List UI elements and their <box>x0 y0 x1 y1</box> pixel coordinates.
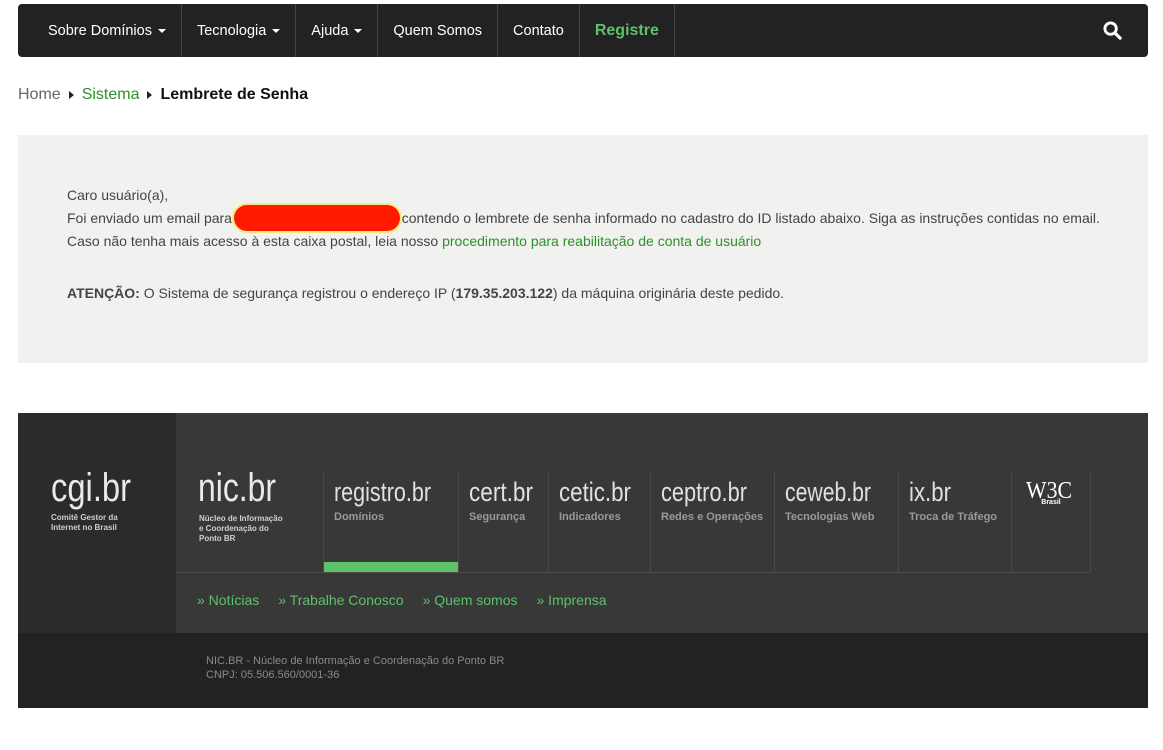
svg-text:registro.br: registro.br <box>334 477 431 507</box>
message-greeting: Caro usuário(a), <box>67 187 169 203</box>
message-text: contendo o lembrete de senha informado n… <box>401 210 1100 226</box>
footer-link-quem-somos[interactable]: » Quem somos <box>423 592 518 608</box>
footer-org-name: NIC.BR - Núcleo de Informação e Coordena… <box>206 655 505 667</box>
caret-down-icon <box>272 28 281 33</box>
cert-logo: cert.br <box>469 477 533 507</box>
nav-item-label: Ajuda <box>311 22 349 39</box>
nav-item-quem-somos[interactable]: Quem Somos <box>378 4 499 57</box>
brand-registro[interactable]: registro.br Domínios <box>323 473 458 572</box>
svg-text:cgi.br: cgi.br <box>51 466 131 510</box>
breadcrumb-home-link[interactable]: Home <box>18 86 61 104</box>
ix-logo: ix.br <box>909 477 951 507</box>
svg-text:ceptro.br: ceptro.br <box>661 477 747 507</box>
nav-item-registre[interactable]: Registre <box>580 4 675 57</box>
caret-down-icon <box>157 28 166 33</box>
brand-ceweb[interactable]: ceweb.br Tecnologias Web <box>774 473 898 572</box>
brand-row-divider <box>176 572 1090 573</box>
nav-item-label: Contato <box>513 22 564 39</box>
footer-brands-area: cgi.br Comitê Gestor da Internet no Bras… <box>18 413 1148 633</box>
breadcrumb: Home Sistema Lembrete de Senha <box>18 86 308 104</box>
nav-item-contato[interactable]: Contato <box>498 4 580 57</box>
nav-item-sobre-dominios[interactable]: Sobre Domínios <box>33 4 182 57</box>
message-line-help: Caso não tenha mais acesso à esta caixa … <box>67 231 1127 251</box>
footer-link-imprensa[interactable]: » Imprensa <box>537 592 607 608</box>
brand-subtitle: Tecnologias Web <box>785 511 875 523</box>
footer-link-noticias[interactable]: » Notícias <box>197 592 259 608</box>
ip-address: 179.35.203.122 <box>455 285 553 301</box>
svg-text:nic.br: nic.br <box>198 466 276 510</box>
register-label: Registre <box>594 21 659 39</box>
message-text: Foi enviado um email para <box>67 210 232 226</box>
brand-subtitle: Segurança <box>469 511 526 523</box>
ceptro-logo: ceptro.br <box>661 477 747 507</box>
nav-item-label: Sobre Domínios <box>48 22 152 39</box>
brand-cetic[interactable]: cetic.br Indicadores <box>548 473 650 572</box>
breadcrumb-sistema-link[interactable]: Sistema <box>82 86 140 104</box>
site-footer: cgi.br Comitê Gestor da Internet no Bras… <box>18 413 1148 708</box>
ceweb-logo: ceweb.br <box>785 477 871 507</box>
attention-label: ATENÇÃO: <box>67 285 140 301</box>
footer-link-trabalhe-conosco[interactable]: » Trabalhe Conosco <box>278 592 403 608</box>
footer-links: » Notícias » Trabalhe Conosco » Quem som… <box>197 592 607 608</box>
nav-item-label: Quem Somos <box>393 22 483 39</box>
security-notice: ATENÇÃO: O Sistema de segurança registro… <box>67 285 784 301</box>
brand-ix[interactable]: ix.br Troca de Tráfego <box>898 473 1011 572</box>
attention-text: ) da máquina originária deste pedido. <box>552 285 785 301</box>
message-body: Caro usuário(a), Foi enviado um email pa… <box>67 185 1127 251</box>
top-navbar: Sobre Domínios Tecnologia Ajuda Quem Som… <box>18 4 1148 57</box>
message-text: Caso não tenha mais acesso à esta caixa … <box>67 233 439 249</box>
brand-ceptro[interactable]: ceptro.br Redes e Operações <box>650 473 774 572</box>
brand-subtitle: Redes e Operações <box>661 511 764 523</box>
cgi-column: cgi.br Comitê Gestor da Internet no Bras… <box>18 413 176 633</box>
cetic-logo: cetic.br <box>559 477 631 507</box>
brand-row: registro.br Domínios cert.br Segurança c… <box>323 473 1091 572</box>
nav-item-ajuda[interactable]: Ajuda <box>296 4 379 57</box>
brand-w3c[interactable]: W3C Brasil <box>1011 473 1091 572</box>
svg-text:cetic.br: cetic.br <box>559 477 631 507</box>
nav-item-label: Tecnologia <box>196 22 267 39</box>
breadcrumb-separator-icon <box>147 91 153 99</box>
svg-text:cert.br: cert.br <box>469 477 533 507</box>
message-line-email: Foi enviado um email para contendo o lem… <box>67 205 1127 231</box>
account-recovery-link[interactable]: procedimento para reabilitação de conta … <box>442 233 761 249</box>
svg-text:ceweb.br: ceweb.br <box>785 477 871 507</box>
brand-subtitle: Troca de Tráfego <box>909 511 998 523</box>
brand-subtitle: Indicadores <box>559 511 621 523</box>
redacted-email <box>233 205 400 231</box>
nic-logo[interactable]: nic.br <box>198 461 280 511</box>
search-button[interactable] <box>1077 4 1148 57</box>
footer-cnpj: CNPJ: 05.506.560/0001-36 <box>206 669 340 681</box>
attention-text: O Sistema de segurança registrou o ender… <box>143 285 456 301</box>
nav-item-tecnologia[interactable]: Tecnologia <box>182 4 297 57</box>
registro-logo: registro.br <box>334 477 431 507</box>
cgi-logo[interactable]: cgi.br <box>51 461 135 511</box>
caret-down-icon <box>354 28 363 33</box>
search-icon <box>1103 21 1122 40</box>
nav-menu: Sobre Domínios Tecnologia Ajuda Quem Som… <box>33 4 675 57</box>
svg-text:ix.br: ix.br <box>909 477 951 507</box>
nic-subtitle: Núcleo de Informação e Coordenação do Po… <box>199 514 283 543</box>
active-brand-indicator <box>324 562 458 572</box>
breadcrumb-current: Lembrete de Senha <box>160 86 309 103</box>
footer-copyright: NIC.BR - Núcleo de Informação e Coordena… <box>206 654 504 682</box>
breadcrumb-separator-icon <box>68 91 74 99</box>
brand-cert[interactable]: cert.br Segurança <box>458 473 548 572</box>
brand-subtitle: Domínios <box>334 511 385 523</box>
cgi-subtitle: Comitê Gestor da Internet no Brasil <box>51 513 118 532</box>
message-panel: Caro usuário(a), Foi enviado um email pa… <box>18 135 1148 363</box>
